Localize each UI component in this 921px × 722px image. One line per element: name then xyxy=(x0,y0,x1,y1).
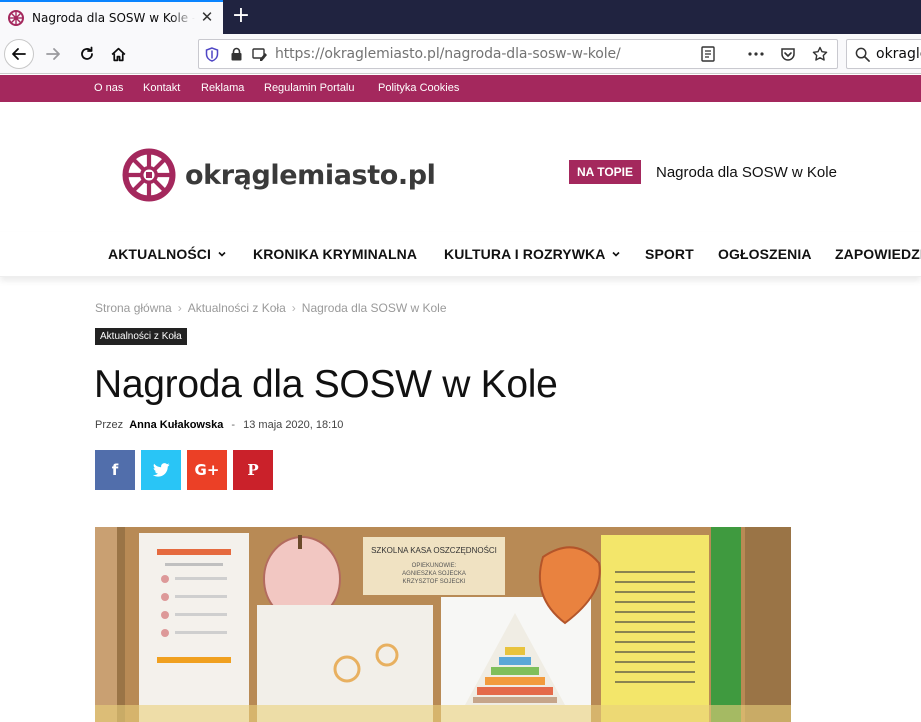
site-logo[interactable]: okrąglemiasto.pl xyxy=(122,148,436,202)
pinterest-icon: P xyxy=(247,461,259,479)
logo-wheel-icon xyxy=(122,148,176,202)
article-featured-image[interactable]: SZKOLNA KASA OSZCZĘDNOŚCI OPIEKUNOWIE: A… xyxy=(95,527,791,722)
tab-title: Nagroda dla SOSW w Kole - Okrągłemiasto.… xyxy=(32,11,195,25)
meta-separator: - xyxy=(231,419,236,431)
nav-item-label: ZAPOWIEDZI xyxy=(835,246,921,262)
board-sub1: OPIEKUNOWIE: xyxy=(412,563,457,569)
browser-tab-active[interactable]: Nagroda dla SOSW w Kole - Okrągłemiasto.… xyxy=(0,0,223,34)
more-icon[interactable] xyxy=(745,43,767,65)
tab-close-icon[interactable]: ✕ xyxy=(199,10,215,26)
search-input-text: okragle xyxy=(876,46,921,62)
article-meta: Przez Anna Kułakowska - 13 maja 2020, 18… xyxy=(95,419,343,431)
chevron-down-icon xyxy=(612,251,621,257)
bulletin-board-photo: SZKOLNA KASA OSZCZĘDNOŚCI OPIEKUNOWIE: A… xyxy=(95,527,791,722)
browser-tab-strip: Nagroda dla SOSW w Kole - Okrągłemiasto.… xyxy=(0,0,921,34)
chevron-down-icon xyxy=(218,251,226,257)
nav-item-label: OGŁOSZENIA xyxy=(718,246,812,262)
breadcrumb-separator-icon: › xyxy=(291,301,296,315)
lock-icon[interactable] xyxy=(225,43,247,65)
search-input[interactable]: okragle xyxy=(846,39,921,69)
main-navigation: AKTUALNOŚCI KRONIKA KRYMINALNA KULTURA I… xyxy=(0,232,921,277)
topbar-link-reklama[interactable]: Reklama xyxy=(201,82,244,94)
permissions-icon[interactable] xyxy=(249,43,271,65)
nav-item-kronika[interactable]: KRONIKA KRYMINALNA xyxy=(253,246,417,262)
publish-date: 13 maja 2020, 18:10 xyxy=(243,419,344,431)
share-googleplus-button[interactable]: G+ xyxy=(187,450,227,490)
nav-item-label: SPORT xyxy=(645,246,694,262)
hot-topic-badge: NA TOPIE xyxy=(569,160,641,184)
breadcrumb-current: Nagroda dla SOSW w Kole xyxy=(301,301,447,315)
category-badge[interactable]: Aktualności z Koła xyxy=(95,328,187,345)
forward-icon[interactable] xyxy=(38,39,68,69)
topbar-link-cookies[interactable]: Polityka Cookies xyxy=(378,82,459,94)
nav-item-label: AKTUALNOŚCI xyxy=(108,246,211,262)
home-icon[interactable] xyxy=(103,39,133,69)
url-bar[interactable]: https://okraglemiasto.pl/nagroda-dla-sos… xyxy=(198,39,838,69)
nav-item-zapowiedzi[interactable]: ZAPOWIEDZI xyxy=(835,246,921,262)
by-label: Przez xyxy=(95,419,124,431)
nav-item-sport[interactable]: SPORT xyxy=(645,246,694,262)
search-icon xyxy=(855,47,870,62)
top-links-bar: O nas Kontakt Reklama Regulamin Portalu … xyxy=(0,75,921,102)
topbar-link-regulamin[interactable]: Regulamin Portalu xyxy=(264,82,355,94)
share-twitter-button[interactable] xyxy=(141,450,181,490)
article-title: Nagroda dla SOSW w Kole xyxy=(94,363,558,406)
reload-icon[interactable] xyxy=(72,39,102,69)
site-favicon-icon xyxy=(8,10,24,26)
share-pinterest-button[interactable]: P xyxy=(233,450,273,490)
browser-toolbar: https://okraglemiasto.pl/nagroda-dla-sos… xyxy=(0,34,921,74)
nav-item-kultura[interactable]: KULTURA I ROZRYWKA xyxy=(444,246,621,262)
share-facebook-button[interactable]: f xyxy=(95,450,135,490)
board-title: SZKOLNA KASA OSZCZĘDNOŚCI xyxy=(371,546,497,555)
url-path: /nagroda-dla-sosw-w-kole/ xyxy=(439,46,621,62)
reader-icon[interactable] xyxy=(697,43,719,65)
twitter-icon xyxy=(152,463,170,477)
board-sub2: AGNIESZKA SOJECKA xyxy=(402,571,466,577)
breadcrumb-home[interactable]: Strona główna xyxy=(95,301,172,315)
nav-item-label: KRONIKA KRYMINALNA xyxy=(253,246,418,262)
googleplus-icon: G+ xyxy=(194,461,220,479)
topbar-link-kontakt[interactable]: Kontakt xyxy=(143,82,180,94)
breadcrumb-separator-icon: › xyxy=(177,301,182,315)
breadcrumb-category[interactable]: Aktualności z Koła xyxy=(188,301,286,315)
nav-item-aktualnosci[interactable]: AKTUALNOŚCI xyxy=(108,246,226,262)
url-domain: https://okraglemiasto.pl xyxy=(275,46,440,62)
breadcrumb: Strona główna › Aktualności z Koła › Nagroda… xyxy=(95,301,447,315)
pocket-icon[interactable] xyxy=(777,43,799,65)
facebook-icon: f xyxy=(111,461,119,479)
topbar-link-o-nas[interactable]: O nas xyxy=(94,82,123,94)
star-icon[interactable] xyxy=(809,43,831,65)
hot-topic-link[interactable]: Nagroda dla SOSW w Kole xyxy=(656,164,837,181)
new-tab-icon[interactable]: + xyxy=(228,4,254,30)
url-text: https://okraglemiasto.pl/nagroda-dla-sos… xyxy=(275,46,621,62)
logo-text: okrąglemiasto.pl xyxy=(185,159,436,191)
nav-item-label: KULTURA I ROZRYWKA xyxy=(444,246,606,262)
shield-icon[interactable] xyxy=(201,43,223,65)
author-link[interactable]: Anna Kułakowska xyxy=(129,419,223,431)
back-icon[interactable] xyxy=(4,39,34,69)
board-sub3: KRZYSZTOF SOJECKI xyxy=(403,579,466,585)
nav-item-ogloszenia[interactable]: OGŁOSZENIA xyxy=(718,246,812,262)
